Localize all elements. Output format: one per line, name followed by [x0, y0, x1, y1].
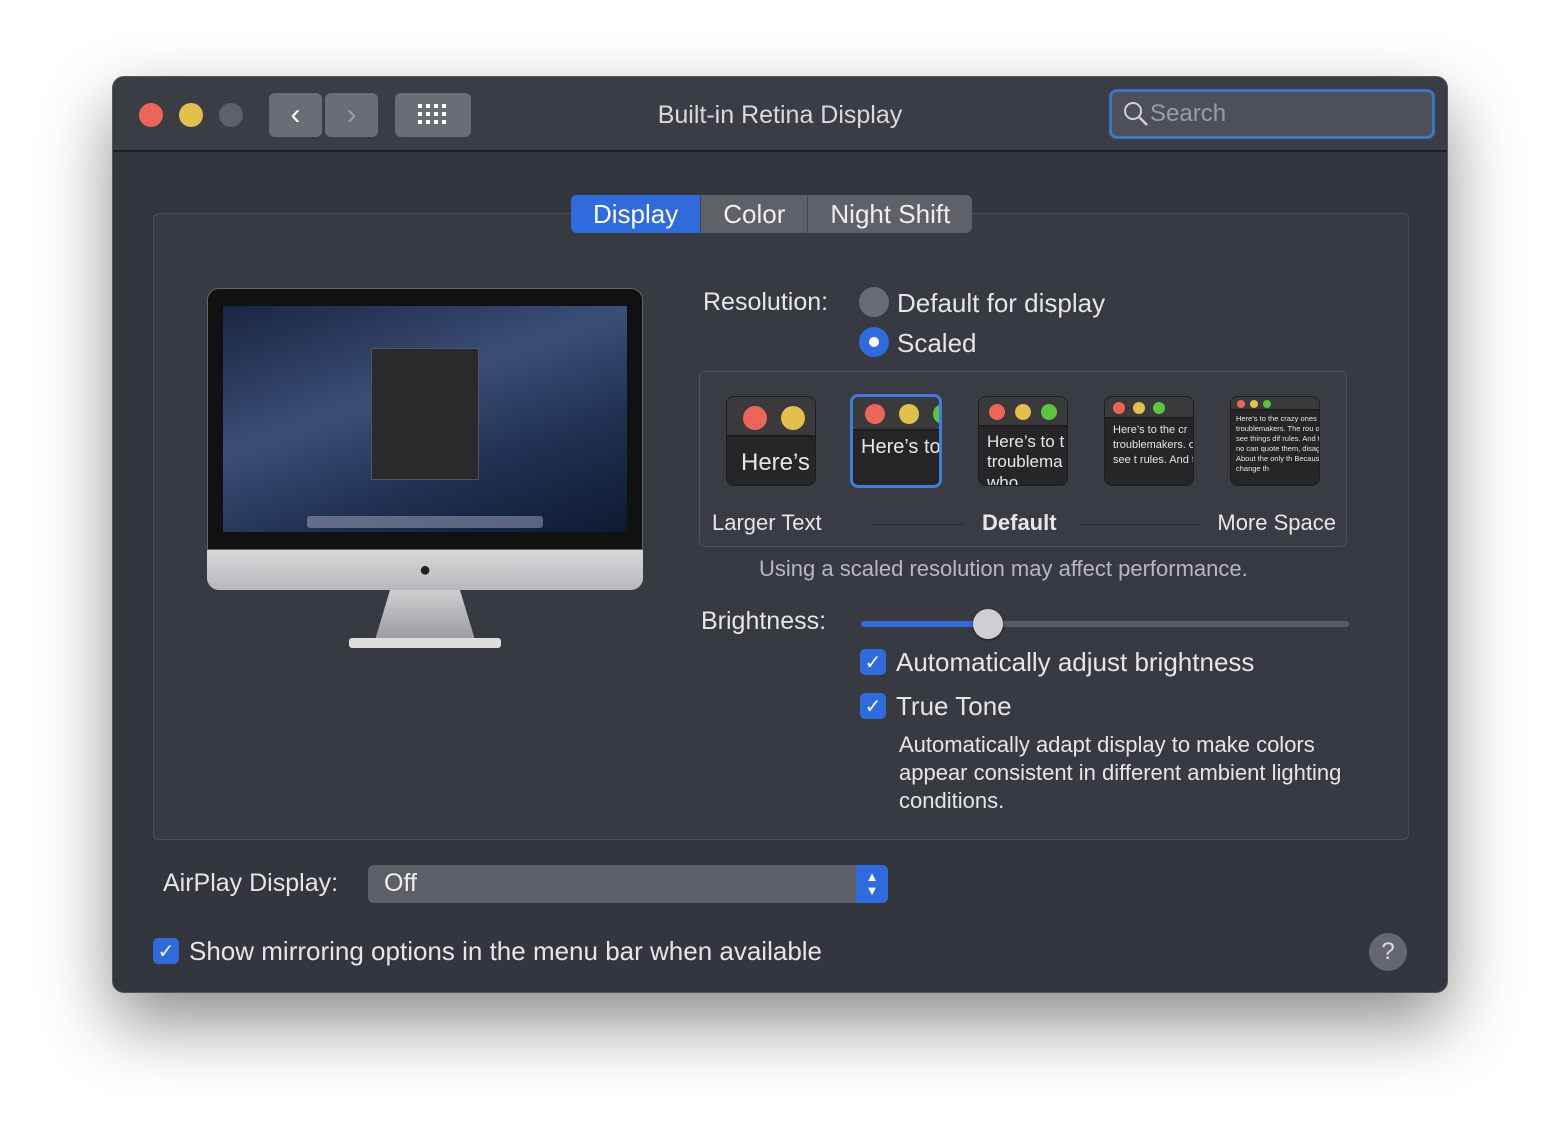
- scale-option-4[interactable]: Here’s to the cr troublemakers. ones who…: [1104, 396, 1194, 486]
- scaled-label[interactable]: Scaled: [897, 328, 977, 359]
- apple-logo-icon: ●: [207, 550, 643, 590]
- auto-brightness-label[interactable]: Automatically adjust brightness: [896, 647, 1254, 678]
- search-icon: [1124, 102, 1148, 126]
- larger-text-label: Larger Text: [712, 510, 822, 535]
- scaled-resolution-picker: Here’s Here’s to troublem Here’s to t tr…: [699, 371, 1347, 547]
- airplay-popup[interactable]: Off ▲ ▼: [368, 865, 888, 903]
- search-field[interactable]: Search: [1109, 89, 1435, 139]
- brightness-slider[interactable]: [861, 609, 1349, 639]
- airplay-value: Off: [384, 869, 417, 897]
- scale-option-2-selected[interactable]: Here’s to troublem: [850, 394, 942, 488]
- default-label: Default: [982, 510, 1057, 535]
- tab-display[interactable]: Display: [571, 195, 702, 233]
- tab-color[interactable]: Color: [701, 195, 809, 233]
- preferences-window: ‹ › Built-in Retina Display Search Displ…: [112, 76, 1448, 993]
- imac-illustration: ●: [207, 288, 643, 668]
- more-space-label: More Space: [1217, 510, 1336, 535]
- mirroring-checkbox[interactable]: ✓: [153, 938, 179, 964]
- tab-bar: Display Color Night Shift: [571, 195, 973, 233]
- scale-option-3[interactable]: Here’s to t troublema ones who: [978, 396, 1068, 486]
- radio-default-for-display[interactable]: [859, 287, 889, 317]
- search-placeholder: Search: [1150, 100, 1227, 127]
- true-tone-checkbox[interactable]: ✓: [860, 693, 886, 719]
- mirroring-label[interactable]: Show mirroring options in the menu bar w…: [189, 936, 822, 967]
- updown-chevron-icon: ▲ ▼: [856, 865, 888, 903]
- brightness-slider-knob[interactable]: [972, 609, 1003, 639]
- true-tone-description: Automatically adapt display to make colo…: [899, 732, 1342, 813]
- help-button[interactable]: ?: [1369, 933, 1407, 971]
- resolution-label: Resolution:: [703, 288, 829, 316]
- true-tone-label[interactable]: True Tone: [896, 691, 1012, 722]
- scale-option-5[interactable]: Here’s to the crazy ones troublemakers. …: [1230, 396, 1320, 486]
- title-bar: ‹ › Built-in Retina Display Search: [113, 77, 1447, 152]
- radio-scaled[interactable]: [859, 327, 889, 357]
- tab-night-shift[interactable]: Night Shift: [808, 195, 972, 233]
- auto-brightness-checkbox[interactable]: ✓: [860, 649, 886, 675]
- scale-option-1[interactable]: Here’s: [726, 396, 816, 486]
- brightness-label: Brightness:: [701, 607, 827, 635]
- performance-note: Using a scaled resolution may affect per…: [759, 556, 1248, 581]
- airplay-label: AirPlay Display:: [163, 869, 339, 897]
- default-for-display-label[interactable]: Default for display: [897, 288, 1105, 319]
